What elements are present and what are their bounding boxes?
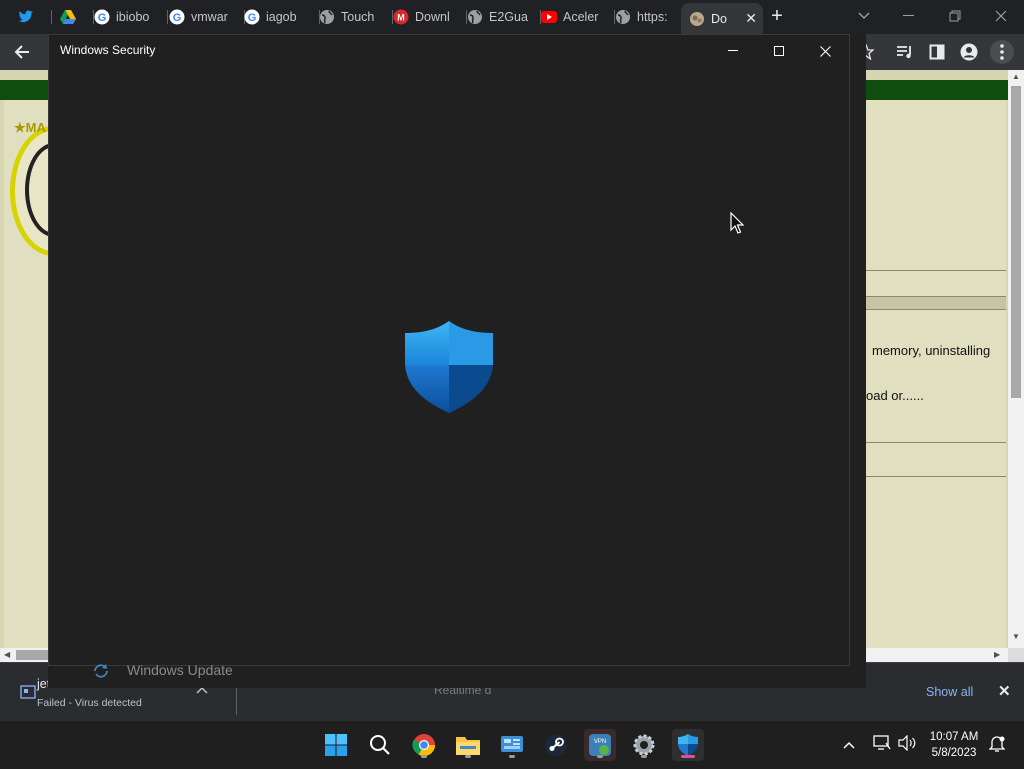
globe-icon: [467, 9, 483, 25]
windows-security-icon[interactable]: [672, 729, 704, 761]
tab-search-icon[interactable]: [850, 4, 878, 28]
windows-security-window: Windows Security: [48, 34, 850, 666]
browser-tab-strip: G ibiobo G vmwar G iagob Touch M Downl E…: [0, 0, 1024, 34]
chrome-icon[interactable]: [408, 729, 440, 761]
start-icon[interactable]: [320, 729, 352, 761]
tab-e2guard[interactable]: E2Gua: [459, 4, 541, 30]
close-icon[interactable]: [803, 38, 847, 64]
tab-twitter[interactable]: [10, 4, 52, 30]
mouse-cursor-icon: [730, 211, 745, 239]
media-queue-icon[interactable]: [893, 40, 917, 64]
browser-restore-icon[interactable]: [941, 4, 969, 28]
clock-time: 10:07 AM: [929, 731, 979, 743]
download-status: Failed - Virus detected: [37, 697, 142, 709]
profile-avatar-icon[interactable]: [957, 40, 981, 64]
tab-touch[interactable]: Touch: [311, 4, 393, 30]
tab-active-document[interactable]: Do ✕: [681, 3, 763, 34]
system-clock[interactable]: 10:07 AM 5/8/2023: [924, 729, 984, 761]
globe-icon: [319, 9, 335, 25]
youtube-icon: [541, 9, 557, 25]
page-text-line: oad or......: [866, 388, 924, 403]
scrollbar-thumb[interactable]: [1011, 86, 1021, 398]
google-icon: G: [94, 9, 110, 25]
tab-label: Downl: [415, 10, 450, 24]
divider: [866, 270, 1006, 271]
scrollbar-corner: [1008, 648, 1024, 662]
show-hidden-icons-chevron-icon[interactable]: [843, 736, 855, 752]
settings-icon[interactable]: [628, 729, 660, 761]
google-icon: G: [169, 9, 185, 25]
tab-ibiobo[interactable]: G ibiobo: [86, 4, 168, 30]
svg-text:M: M: [397, 13, 405, 23]
control-panel-icon[interactable]: [496, 729, 528, 761]
file-icon: [20, 685, 36, 704]
file-explorer-icon[interactable]: [452, 729, 484, 761]
minimize-icon[interactable]: [711, 38, 755, 64]
network-icon[interactable]: [873, 735, 891, 754]
tab-youtube[interactable]: Aceler: [533, 4, 615, 30]
windows-update-label: Windows Update: [127, 662, 233, 678]
divider: [866, 442, 1006, 443]
new-tab-button[interactable]: +: [766, 5, 788, 27]
tab-label: vmwar: [191, 10, 228, 24]
tab-iagob[interactable]: G iagob: [236, 4, 320, 30]
site-logo-text: ★MA: [14, 120, 46, 135]
scroll-down-arrow-icon[interactable]: ▼: [1012, 632, 1020, 641]
tab-label: https:: [637, 10, 668, 24]
globe-icon: [615, 9, 631, 25]
volume-icon[interactable]: [898, 734, 916, 754]
google-icon: G: [244, 9, 260, 25]
windows-security-shield-icon: [403, 319, 495, 415]
divider-band: [866, 296, 1006, 310]
downloads-close-icon[interactable]: ✕: [998, 682, 1011, 700]
notification-bell-icon[interactable]: [988, 735, 1006, 756]
steam-icon[interactable]: [540, 729, 572, 761]
tab-label: ibiobo: [116, 10, 150, 24]
svg-text:G: G: [173, 12, 182, 24]
scroll-right-arrow-icon[interactable]: ▶: [994, 650, 1000, 659]
search-icon[interactable]: [364, 729, 396, 761]
vpn-icon[interactable]: VPN: [584, 729, 616, 761]
maximize-icon[interactable]: [757, 38, 801, 64]
browser-close-icon[interactable]: [987, 4, 1015, 28]
tab-close-icon[interactable]: ✕: [745, 10, 757, 27]
google-drive-icon: [60, 9, 76, 25]
scroll-left-arrow-icon[interactable]: ◀: [4, 650, 10, 659]
scroll-up-arrow-icon[interactable]: ▲: [1012, 72, 1020, 81]
tab-https[interactable]: https:: [607, 4, 687, 30]
mega-icon: M: [393, 9, 409, 25]
tab-label: Touch: [341, 10, 375, 24]
tab-label: Aceler: [563, 10, 599, 24]
scrollbar-thumb[interactable]: [16, 650, 48, 660]
browser-menu-icon[interactable]: [990, 40, 1014, 64]
svg-text:VPN: VPN: [594, 739, 606, 745]
browser-minimize-icon[interactable]: [895, 4, 923, 28]
page-icon: [689, 11, 705, 27]
back-arrow-icon[interactable]: [10, 40, 34, 64]
tab-mega-download[interactable]: M Downl: [385, 4, 467, 30]
tab-label: Do: [711, 11, 727, 26]
show-all-button[interactable]: Show all: [926, 685, 973, 699]
windows-update-sync-icon: [92, 662, 110, 685]
divider: [866, 476, 1006, 477]
clock-date: 5/8/2023: [931, 747, 977, 759]
svg-text:G: G: [98, 12, 107, 24]
page-text-line: memory, uninstalling: [872, 343, 991, 358]
tab-label: E2Gua: [489, 10, 528, 24]
tab-label: iagob: [266, 10, 297, 24]
tab-vmware[interactable]: G vmwar: [161, 4, 245, 30]
window-title: Windows Security: [60, 43, 156, 57]
twitter-icon: [18, 9, 34, 25]
windows-taskbar: VPN 10:07 AM 5/8/2023: [0, 720, 1024, 769]
side-panel-icon[interactable]: [925, 40, 949, 64]
vertical-scrollbar[interactable]: ▲ ▼: [1008, 70, 1024, 648]
svg-text:G: G: [248, 12, 257, 24]
